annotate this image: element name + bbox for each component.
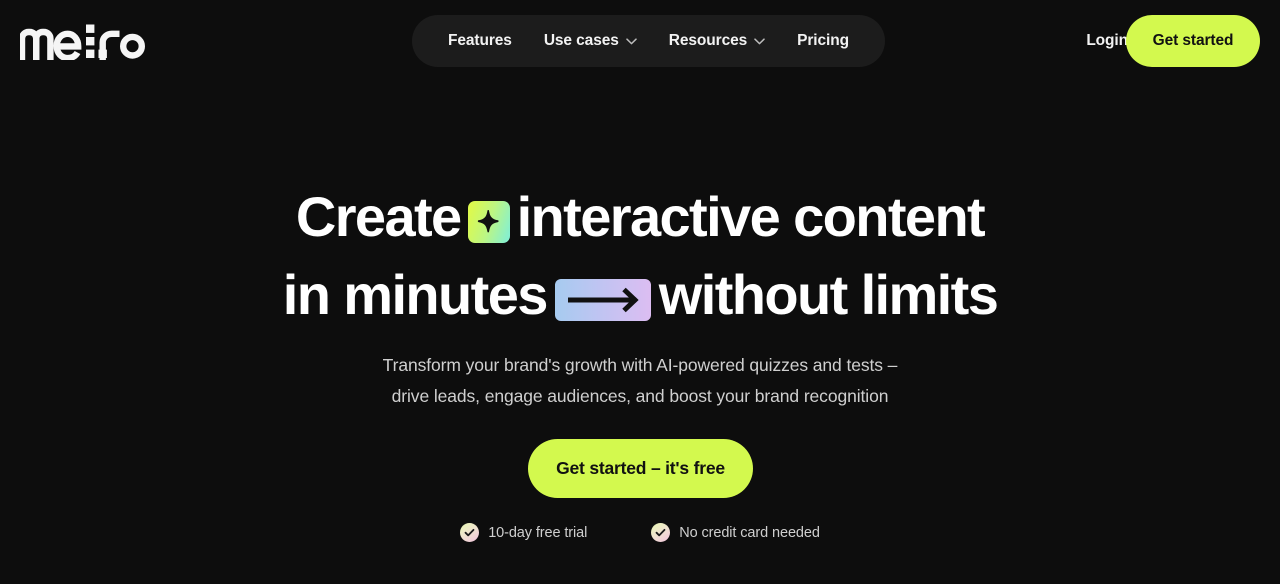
trust-badge-label: No credit card needed <box>679 524 820 541</box>
trust-badge-label: 10-day free trial <box>488 524 588 541</box>
trust-badges: 10-day free trial No credit card needed <box>0 523 1280 542</box>
check-circle-icon <box>460 523 480 542</box>
subtitle-line-1: Transform your brand's growth with AI-po… <box>382 355 898 375</box>
headline-text-without-limits: without limits <box>658 263 999 326</box>
headline-line-1: Create interactive content <box>0 178 1280 256</box>
subtitle-line-2: drive leads, engage audiences, and boost… <box>391 385 889 406</box>
landing-page: Features Use cases Resources Pricing Log… <box>0 0 1280 584</box>
check-circle-icon <box>651 523 671 542</box>
headline-line-2: in minutes without limits <box>0 256 1280 334</box>
hero-get-started-button[interactable]: Get started – it's free <box>528 439 753 498</box>
hero-section: Create interactive content in minutes wi… <box>0 0 1280 584</box>
sparkle-badge-icon <box>467 201 510 243</box>
trust-badge-no-credit-card: No credit card needed <box>651 523 820 542</box>
headline-text-create: Create <box>295 185 462 248</box>
headline-text-in-minutes: in minutes <box>282 263 549 326</box>
trust-badge-free-trial: 10-day free trial <box>460 523 587 542</box>
page-title: Create interactive content in minutes wi… <box>0 178 1280 334</box>
arrow-right-badge-icon <box>554 279 651 321</box>
hero-subtitle: Transform your brand's growth with AI-po… <box>0 350 1280 411</box>
headline-text-interactive-content: interactive content <box>516 185 986 248</box>
